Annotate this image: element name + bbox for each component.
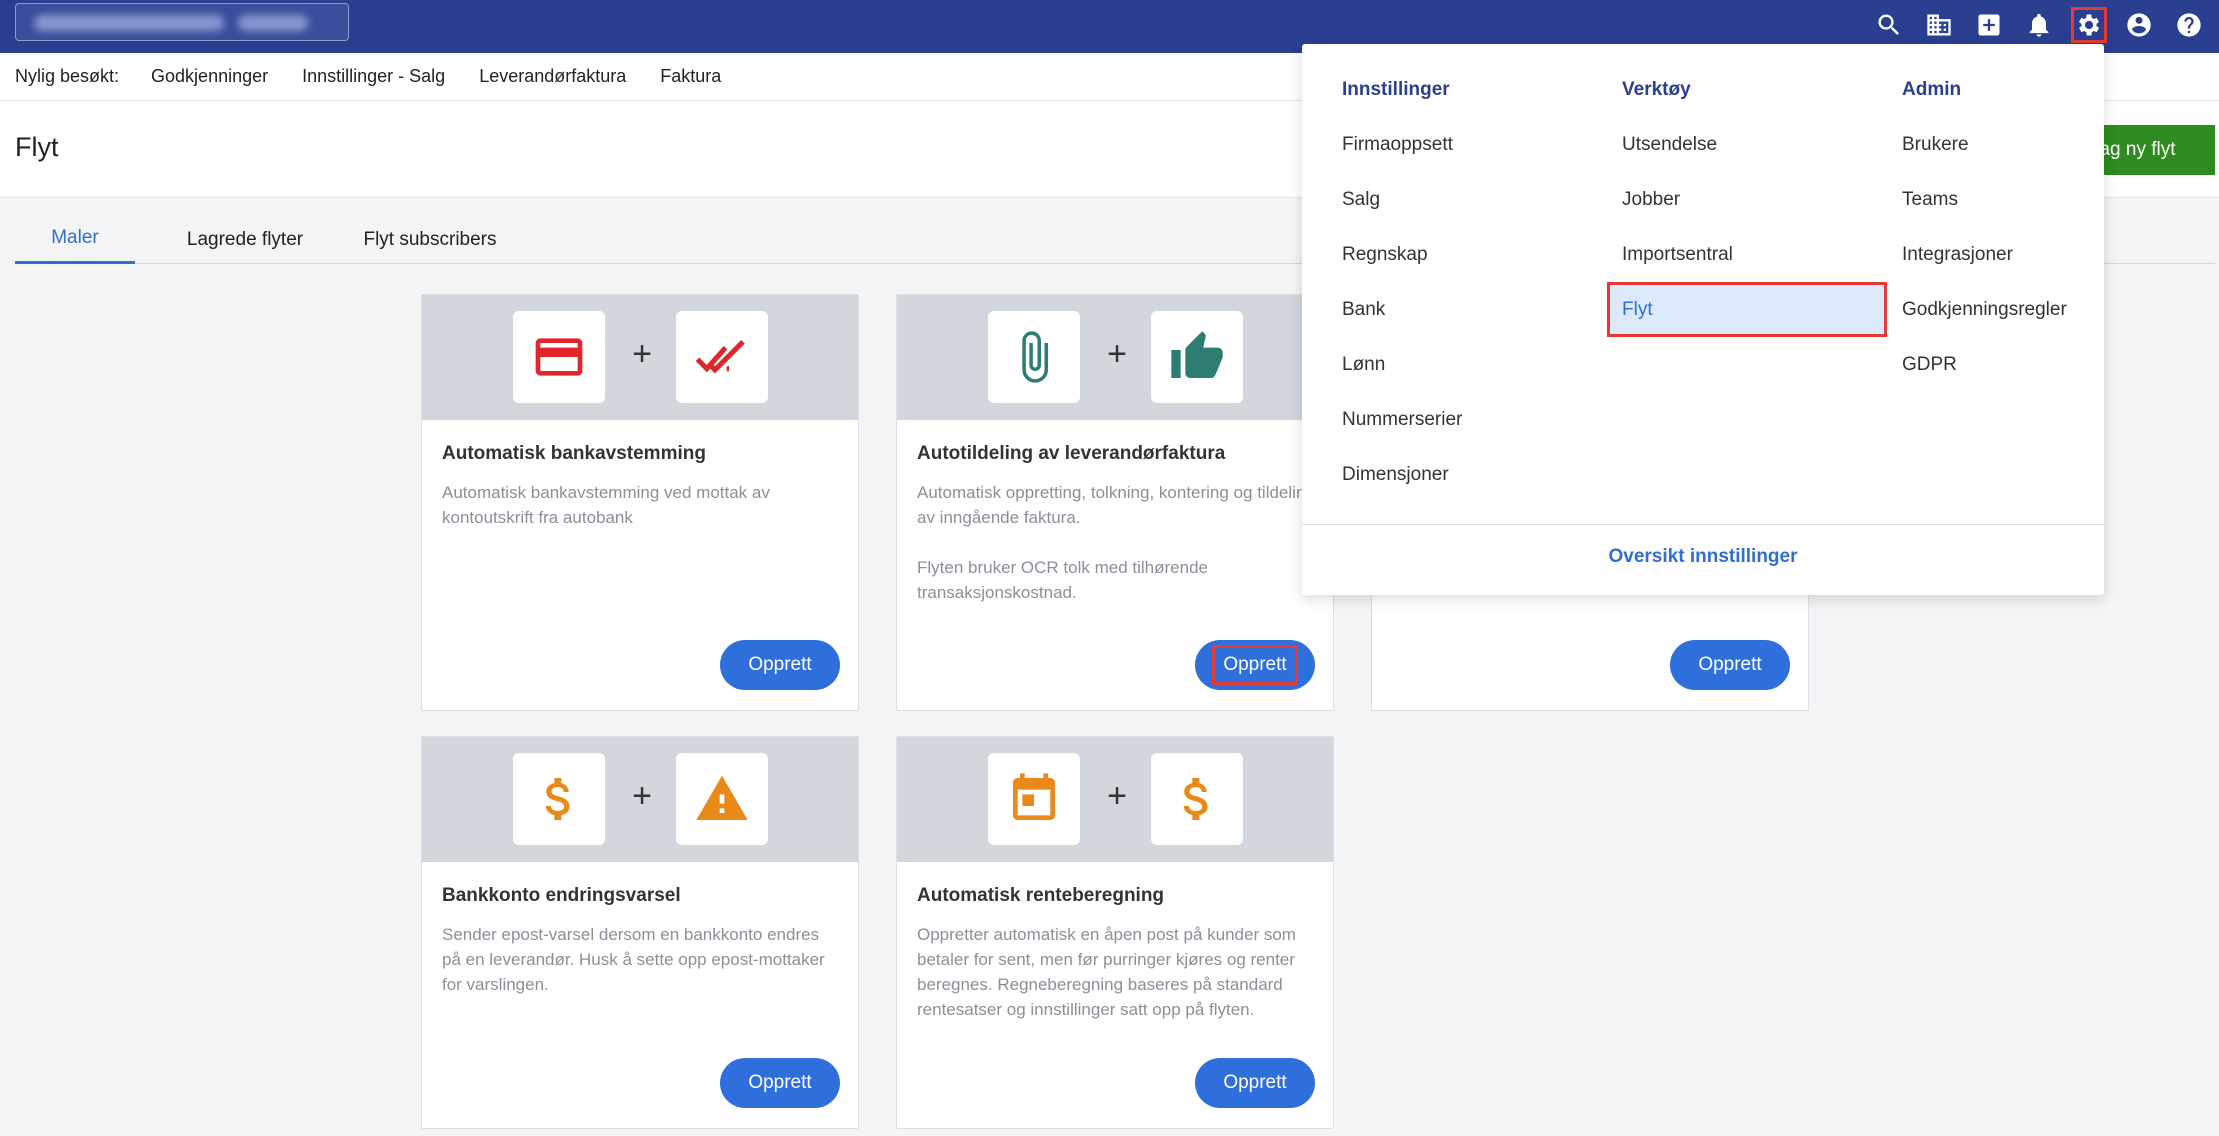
menu-item-flyt-label: Flyt bbox=[1622, 299, 1653, 320]
recent-label: Nylig besøkt: bbox=[15, 66, 120, 86]
thumbs-up-icon bbox=[1151, 311, 1243, 403]
help-icon[interactable] bbox=[2170, 6, 2208, 44]
menu-item-teams[interactable]: Teams bbox=[1902, 189, 1958, 211]
card-title: Autotildeling av leverandørfaktura bbox=[917, 443, 1226, 464]
tab-maler[interactable]: Maler bbox=[15, 215, 135, 264]
menu-item-regnskap[interactable]: Regnskap bbox=[1342, 244, 1428, 266]
create-button[interactable]: Opprett bbox=[720, 640, 840, 690]
card-title: Bankkonto endringsvarsel bbox=[442, 885, 681, 906]
menu-item-salg[interactable]: Salg bbox=[1342, 189, 1380, 211]
menu-item-flyt[interactable]: Flyt bbox=[1607, 282, 1887, 337]
card-title: Automatisk renteberegning bbox=[917, 885, 1165, 906]
menu-item-bank[interactable]: Bank bbox=[1342, 299, 1385, 321]
menu-item-nummerserier[interactable]: Nummerserier bbox=[1342, 409, 1462, 431]
menu-heading-innstillinger: Innstillinger bbox=[1342, 79, 1450, 100]
recent-link[interactable]: Innstillinger - Salg bbox=[302, 66, 445, 87]
credit-card-icon bbox=[513, 311, 605, 403]
plus-sign: + bbox=[632, 777, 652, 815]
plus-sign: + bbox=[632, 335, 652, 373]
company-selector[interactable] bbox=[15, 3, 349, 41]
double-check-icon bbox=[676, 311, 768, 403]
search-icon[interactable] bbox=[1870, 6, 1908, 44]
menu-item-lonn[interactable]: Lønn bbox=[1342, 354, 1385, 376]
bell-icon[interactable] bbox=[2020, 6, 2058, 44]
dollar-icon bbox=[513, 753, 605, 845]
create-button[interactable]: Opprett bbox=[1195, 1058, 1315, 1108]
template-card: + Automatisk renteberegning Oppretter au… bbox=[896, 736, 1334, 1129]
card-description: Sender epost-varsel dersom en bankkonto … bbox=[442, 925, 825, 994]
recent-link[interactable]: Faktura bbox=[660, 66, 721, 87]
dollar-icon bbox=[1151, 753, 1243, 845]
create-button[interactable]: Opprett bbox=[1195, 640, 1315, 690]
page-title: Flyt bbox=[15, 132, 59, 162]
menu-heading-admin: Admin bbox=[1902, 79, 1962, 100]
menu-item-importsentral[interactable]: Importsentral bbox=[1622, 244, 1733, 266]
recent-link[interactable]: Leverandørfaktura bbox=[479, 66, 626, 87]
card-header: + bbox=[422, 737, 858, 862]
card-description: Automatisk oppretting, tolkning, konteri… bbox=[917, 483, 1315, 602]
settings-menu: Innstillinger Firmaoppsett Salg Regnskap… bbox=[1302, 44, 2104, 595]
template-card: + Bankkonto endringsvarsel Sender epost-… bbox=[421, 736, 859, 1129]
gear-icon[interactable] bbox=[2070, 6, 2108, 44]
add-box-icon[interactable] bbox=[1970, 6, 2008, 44]
recent-link[interactable]: Godkjenninger bbox=[151, 66, 268, 87]
card-header: + bbox=[897, 295, 1333, 420]
settings-overview-link[interactable]: Oversikt innstillinger bbox=[1302, 546, 2104, 568]
create-button[interactable]: Opprett bbox=[1670, 640, 1790, 690]
menu-item-brukere[interactable]: Brukere bbox=[1902, 134, 1969, 156]
menu-heading-verktoy: Verktøy bbox=[1622, 79, 1691, 100]
menu-item-jobber[interactable]: Jobber bbox=[1622, 189, 1680, 211]
warning-icon bbox=[676, 753, 768, 845]
tab-lagrede-flyter[interactable]: Lagrede flyter bbox=[165, 215, 325, 264]
plus-sign: + bbox=[1107, 335, 1127, 373]
menu-item-dimensjoner[interactable]: Dimensjoner bbox=[1342, 464, 1449, 486]
card-description: Automatisk bankavstemming ved mottak av … bbox=[442, 483, 770, 527]
menu-divider bbox=[1302, 524, 2104, 525]
menu-item-integrasjoner[interactable]: Integrasjoner bbox=[1902, 244, 2013, 266]
menu-item-firmaoppsett[interactable]: Firmaoppsett bbox=[1342, 134, 1453, 156]
card-title: Automatisk bankavstemming bbox=[442, 443, 706, 464]
card-description: Oppretter automatisk en åpen post på kun… bbox=[917, 925, 1296, 1019]
card-header: + bbox=[422, 295, 858, 420]
menu-item-utsendelse[interactable]: Utsendelse bbox=[1622, 134, 1717, 156]
menu-item-godkjenningsregler[interactable]: Godkjenningsregler bbox=[1902, 299, 2067, 321]
template-card: + Automatisk bankavstemming Automatisk b… bbox=[421, 294, 859, 711]
paperclip-icon bbox=[988, 311, 1080, 403]
calendar-icon bbox=[988, 753, 1080, 845]
card-header: + bbox=[897, 737, 1333, 862]
menu-item-gdpr[interactable]: GDPR bbox=[1902, 354, 1957, 376]
tab-flyt-subscribers[interactable]: Flyt subscribers bbox=[345, 215, 515, 264]
account-icon[interactable] bbox=[2120, 6, 2158, 44]
template-card: + Autotildeling av leverandørfaktura Aut… bbox=[896, 294, 1334, 711]
create-button[interactable]: Opprett bbox=[720, 1058, 840, 1108]
building-icon[interactable] bbox=[1920, 6, 1958, 44]
plus-sign: + bbox=[1107, 777, 1127, 815]
